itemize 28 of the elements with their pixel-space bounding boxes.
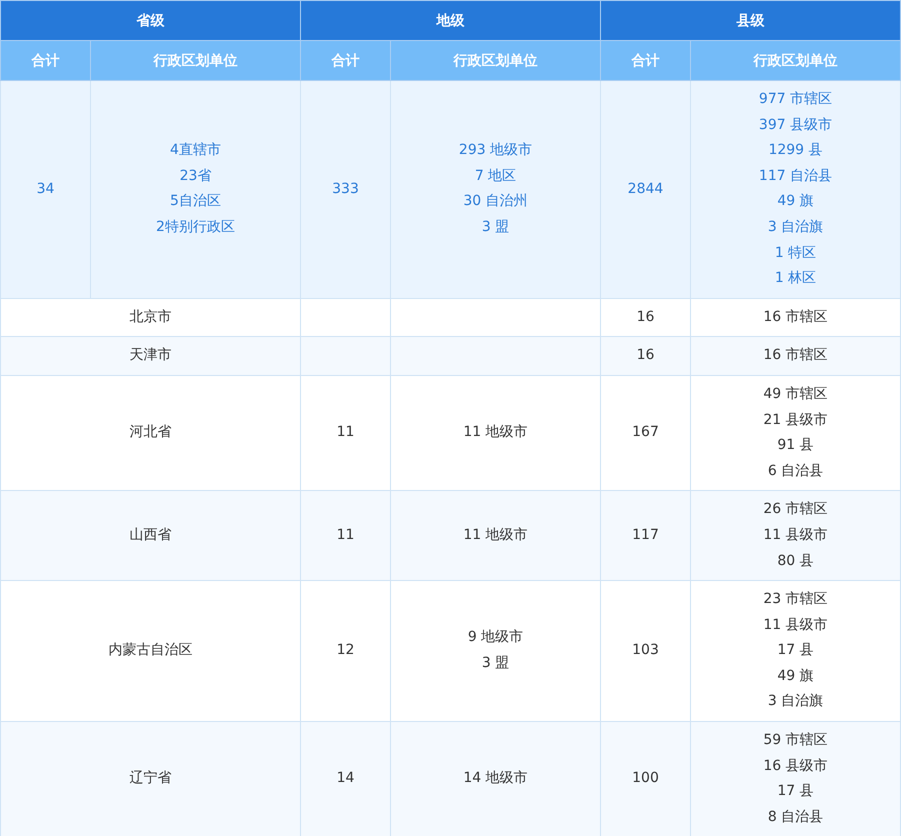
table-cell: 100 <box>600 722 690 836</box>
column-header: 行政区划单位 <box>690 40 900 80</box>
column-group-header: 县级 <box>600 0 900 40</box>
table-cell: 14 地级市 <box>390 722 600 836</box>
column-header: 合计 <box>600 40 690 80</box>
table-cell: 26 市辖区 11 县级市 80 县 <box>690 490 900 581</box>
table-cell: 14 <box>300 722 390 836</box>
table-cell: 117 <box>600 490 690 581</box>
column-group-header: 省级 <box>0 0 300 40</box>
table-cell: 333 <box>300 80 390 298</box>
table-cell: 山西省 <box>0 490 300 581</box>
table-cell: 11 <box>300 490 390 581</box>
table-cell: 4直辖市 23省 5自治区 2特别行政区 <box>90 80 300 298</box>
table-cell: 16 <box>600 336 690 376</box>
column-header: 行政区划单位 <box>390 40 600 80</box>
table-cell: 11 地级市 <box>390 490 600 581</box>
column-header: 合计 <box>0 40 90 80</box>
table-cell: 辽宁省 <box>0 722 300 836</box>
table-cell: 2844 <box>600 80 690 298</box>
table-cell: 59 市辖区 16 县级市 17 县 8 自治县 <box>690 722 900 836</box>
table-cell: 293 地级市 7 地区 30 自治州 3 盟 <box>390 80 600 298</box>
column-header: 合计 <box>300 40 390 80</box>
table-cell: 977 市辖区 397 县级市 1299 县 117 自治县 49 旗 3 自治旗 1 特区 1 林区 <box>690 80 900 298</box>
table-cell: 34 <box>0 80 90 298</box>
table-cell: 16 市辖区 <box>690 336 900 376</box>
table-cell: 天津市 <box>0 336 300 376</box>
column-group-header: 地级 <box>300 0 600 40</box>
column-header: 行政区划单位 <box>90 40 300 80</box>
